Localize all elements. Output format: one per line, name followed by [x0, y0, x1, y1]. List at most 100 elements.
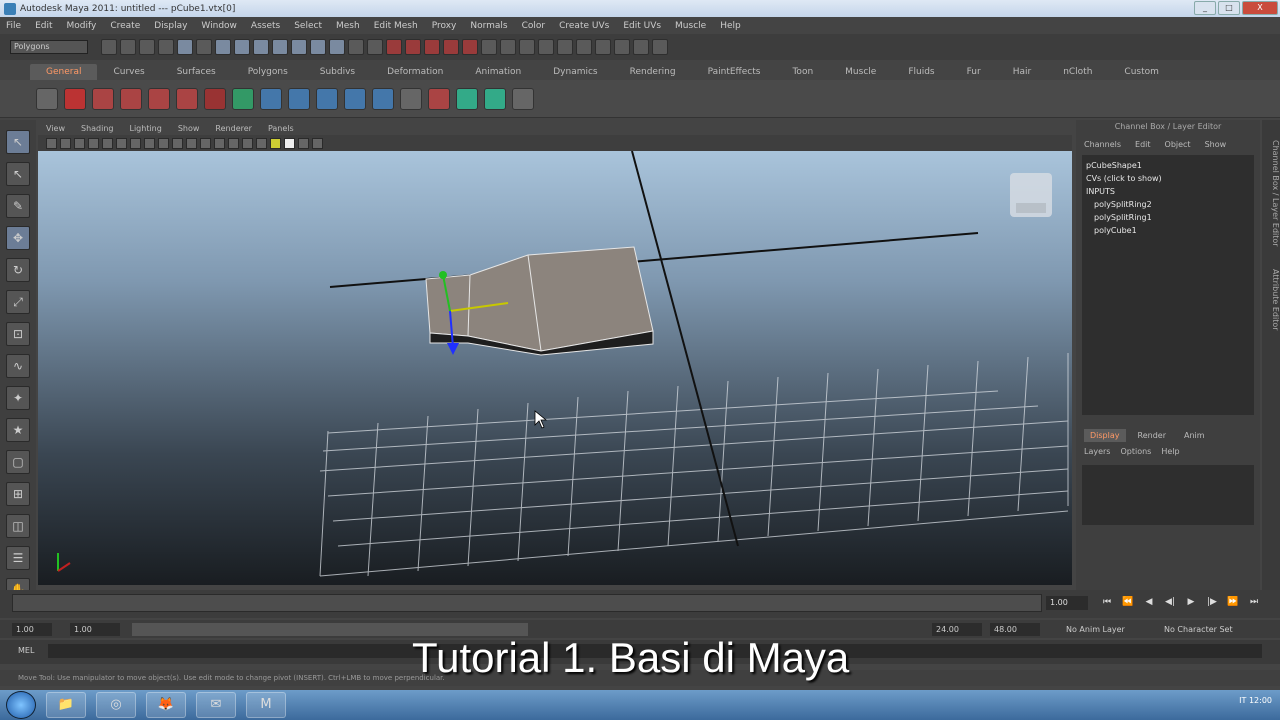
use-lights-icon[interactable]: [256, 137, 267, 149]
ambient-light-icon[interactable]: [288, 87, 310, 110]
shelf-tab-fluids[interactable]: Fluids: [892, 64, 950, 80]
minimize-button[interactable]: _: [1194, 1, 1216, 15]
select-tool-icon[interactable]: ↖: [6, 130, 30, 154]
layer-menu-help[interactable]: Help: [1161, 447, 1179, 456]
menu-display[interactable]: Display: [154, 21, 187, 31]
channel-box-item-shape[interactable]: pCubeShape1: [1086, 159, 1250, 172]
shelf-tab-custom[interactable]: Custom: [1108, 64, 1174, 80]
select-handle-icon[interactable]: [215, 39, 231, 55]
menu-edit[interactable]: Edit: [35, 21, 52, 31]
range-start-field[interactable]: 1.00: [70, 622, 120, 636]
menu-muscle[interactable]: Muscle: [675, 21, 706, 31]
layer-menu-options[interactable]: Options: [1120, 447, 1151, 456]
outliner-layout-icon[interactable]: ☰: [6, 546, 30, 570]
channel-box-menu-edit[interactable]: Edit: [1135, 140, 1151, 149]
isolate-select-icon[interactable]: [312, 137, 323, 149]
shelf-tab-deformation[interactable]: Deformation: [371, 64, 459, 80]
film-gate-icon[interactable]: [116, 137, 127, 149]
smooth-shade-icon[interactable]: [214, 137, 225, 149]
camera-icon[interactable]: [260, 87, 282, 110]
paint-select-tool-icon[interactable]: ✎: [6, 194, 30, 218]
viewport-menu-lighting[interactable]: Lighting: [129, 124, 161, 133]
render-view-icon[interactable]: [484, 87, 506, 110]
close-button[interactable]: X: [1242, 1, 1278, 15]
numeric-input-icon[interactable]: [595, 39, 611, 55]
directional-light-icon[interactable]: [316, 87, 338, 110]
script-editor-icon[interactable]: [512, 87, 534, 110]
range-end-field[interactable]: 24.00: [932, 622, 982, 636]
last-tool-icon[interactable]: ★: [6, 418, 30, 442]
snap-point-icon[interactable]: [424, 39, 440, 55]
hq-render-icon[interactable]: [284, 137, 295, 149]
layer-editor-list[interactable]: [1082, 465, 1254, 525]
emitter-icon[interactable]: [232, 87, 254, 110]
snap-curve-icon[interactable]: [405, 39, 421, 55]
ipr-render-icon[interactable]: [519, 39, 535, 55]
go-to-end-icon[interactable]: ⏭: [1247, 596, 1261, 608]
shelf-tab-muscle[interactable]: Muscle: [829, 64, 892, 80]
shelf-tab-rendering[interactable]: Rendering: [614, 64, 692, 80]
step-back-key-icon[interactable]: ⏪: [1121, 596, 1135, 608]
taskbar-maya-icon[interactable]: M: [246, 692, 286, 718]
rotate-tool-icon[interactable]: ↻: [6, 258, 30, 282]
menu-normals[interactable]: Normals: [470, 21, 507, 31]
field-chart-icon[interactable]: [158, 137, 169, 149]
menu-create-uvs[interactable]: Create UVs: [559, 21, 609, 31]
channel-box-menu-channels[interactable]: Channels: [1084, 140, 1121, 149]
start-time-field[interactable]: 1.00: [12, 622, 52, 636]
go-to-start-icon[interactable]: ⏮: [1100, 596, 1114, 608]
shelf-tab-surfaces[interactable]: Surfaces: [161, 64, 232, 80]
shelf-tab-subdivs[interactable]: Subdivs: [304, 64, 371, 80]
select-dynamic-icon[interactable]: [310, 39, 326, 55]
select-component-icon[interactable]: [196, 39, 212, 55]
view-cube[interactable]: [1010, 173, 1052, 217]
channel-box-item-polycube[interactable]: polyCube1: [1086, 224, 1250, 237]
outliner-icon[interactable]: [400, 87, 422, 110]
snap-plane-icon[interactable]: [443, 39, 459, 55]
menu-create[interactable]: Create: [110, 21, 140, 31]
wire-on-shaded-icon[interactable]: [228, 137, 239, 149]
menu-mesh[interactable]: Mesh: [336, 21, 360, 31]
select-hierarchy-icon[interactable]: [158, 39, 174, 55]
maximize-button[interactable]: □: [1218, 1, 1240, 15]
select-object-icon[interactable]: [177, 39, 193, 55]
input-field-icon[interactable]: [576, 39, 592, 55]
graph-editor-icon[interactable]: [456, 87, 478, 110]
safe-title-icon[interactable]: [186, 137, 197, 149]
layer-menu-layers[interactable]: Layers: [1084, 447, 1110, 456]
point-light-icon[interactable]: [344, 87, 366, 110]
camera-attributes-icon[interactable]: [60, 137, 71, 149]
poly-cube-icon[interactable]: [204, 87, 226, 110]
step-forward-frame-icon[interactable]: |▶: [1205, 596, 1219, 608]
layer-tab-anim[interactable]: Anim: [1178, 429, 1211, 442]
menu-edit-uvs[interactable]: Edit UVs: [623, 21, 661, 31]
layer-tab-display[interactable]: Display: [1084, 429, 1126, 442]
lock-selection-icon[interactable]: [348, 39, 364, 55]
hypershade-icon[interactable]: [428, 87, 450, 110]
menu-assets[interactable]: Assets: [251, 21, 280, 31]
start-button[interactable]: [6, 691, 36, 719]
open-scene-icon[interactable]: [120, 39, 136, 55]
universal-manip-icon[interactable]: ⊡: [6, 322, 30, 346]
channel-box-item-cvs[interactable]: CVs (click to show): [1086, 172, 1250, 185]
command-language-label[interactable]: MEL: [18, 646, 34, 655]
show-attribute-editor-icon[interactable]: [614, 39, 630, 55]
system-tray[interactable]: IT 12:00: [1239, 696, 1272, 705]
menu-set-selector[interactable]: Polygons: [10, 40, 88, 54]
end-time-field[interactable]: 48.00: [990, 622, 1040, 636]
spot-light-icon[interactable]: [372, 87, 394, 110]
bookmark-icon[interactable]: [74, 137, 85, 149]
scale-tool-icon[interactable]: ⤢: [6, 290, 30, 314]
cv-curve-icon[interactable]: [92, 87, 114, 110]
perspective-viewport[interactable]: [38, 151, 1072, 585]
move-tool-icon[interactable]: ✥: [6, 226, 30, 250]
select-surface-icon[interactable]: [272, 39, 288, 55]
shelf-tab-ncloth[interactable]: nCloth: [1047, 64, 1108, 80]
menu-edit-mesh[interactable]: Edit Mesh: [374, 21, 418, 31]
new-scene-icon[interactable]: [101, 39, 117, 55]
shadows-icon[interactable]: [270, 137, 281, 149]
grid-toggle-icon[interactable]: [102, 137, 113, 149]
shelf-tab-fur[interactable]: Fur: [951, 64, 997, 80]
make-live-icon[interactable]: [462, 39, 478, 55]
menu-modify[interactable]: Modify: [67, 21, 97, 31]
